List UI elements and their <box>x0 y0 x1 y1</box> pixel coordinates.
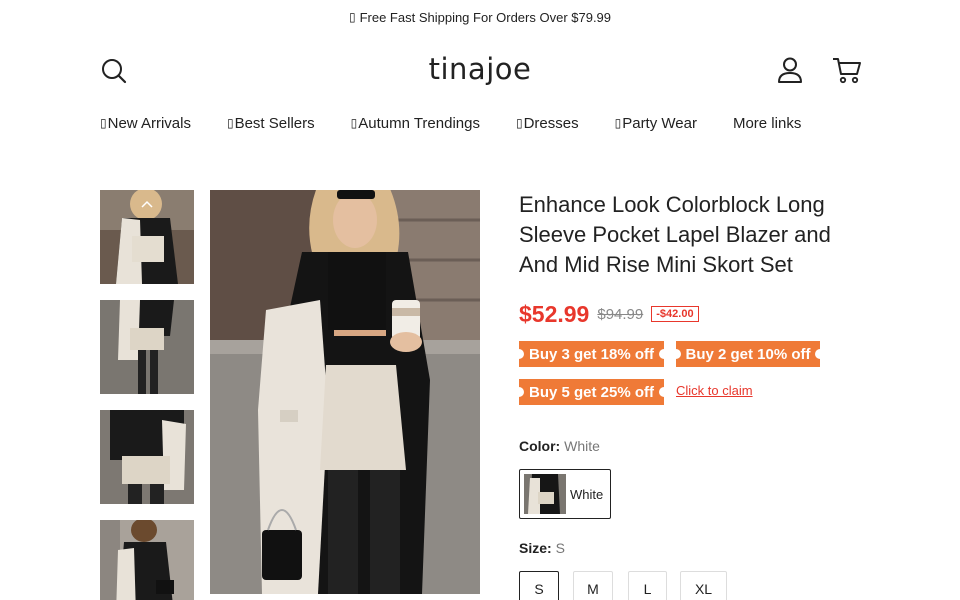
sale-price: $52.99 <box>519 300 590 327</box>
nav-glyph: ▯ <box>515 116 523 130</box>
color-selected-value: White <box>564 438 600 454</box>
size-option-l[interactable]: L <box>628 571 667 600</box>
swatch-thumbnail <box>524 474 566 514</box>
nav-glyph: ▯ <box>226 116 234 130</box>
size-option-xl[interactable]: XL <box>680 571 727 600</box>
size-selected-value: S <box>555 540 565 556</box>
color-option-label: Color: White <box>519 438 600 454</box>
color-swatch-white[interactable]: White <box>519 469 611 519</box>
nav-label: Dresses <box>523 114 579 132</box>
size-option-label: Size: S <box>519 540 565 556</box>
nav-label: New Arrivals <box>107 114 191 132</box>
thumbnail-1[interactable] <box>100 190 194 284</box>
nav-item-party-wear[interactable]: ▯ Party Wear <box>615 112 697 134</box>
cart-icon[interactable] <box>832 56 862 84</box>
nav-glyph: ▯ <box>614 116 622 130</box>
discount-badge: -$42.00 <box>651 306 699 322</box>
user-icon[interactable] <box>776 56 804 84</box>
announcement-text: Free Fast Shipping For Orders Over $79.9… <box>359 9 612 25</box>
size-option-m[interactable]: M <box>573 571 613 600</box>
nav-item-best-sellers[interactable]: ▯ Best Sellers <box>227 112 315 134</box>
nav-glyph: ▯ <box>100 116 107 130</box>
compare-price: $94.99 <box>597 305 644 323</box>
claim-link[interactable]: Click to claim <box>676 383 753 398</box>
nav-label: Best Sellers <box>234 114 315 132</box>
announcement-bar: ▯ Free Fast Shipping For Orders Over $79… <box>0 0 960 34</box>
main-nav: ▯ New Arrivals ▯ Best Sellers ▯ Autumn Tren… <box>100 112 837 134</box>
price-row: $52.99 $94.99 -$42.00 <box>519 299 699 329</box>
promo-tag-buy-3[interactable]: Buy 3 get 18% off <box>514 341 669 367</box>
product-main-image[interactable] <box>210 190 480 594</box>
store-logo[interactable]: tinajoe <box>0 52 960 86</box>
nav-label: Autumn Trendings <box>358 114 480 132</box>
nav-item-more-links[interactable]: More links <box>733 112 801 134</box>
thumbnail-2[interactable] <box>100 300 194 394</box>
color-label: Color: <box>519 438 561 454</box>
announcement-glyph: ▯ <box>348 10 356 24</box>
nav-item-dresses[interactable]: ▯ Dresses <box>516 112 579 134</box>
size-option-s[interactable]: S <box>519 571 559 600</box>
swatch-label: White <box>570 486 604 502</box>
chevron-up-icon[interactable] <box>131 190 163 218</box>
thumbnail-3[interactable] <box>100 410 194 504</box>
nav-label: Party Wear <box>622 114 697 132</box>
product-title: Enhance Look Colorblock Long Sleeve Pock… <box>519 192 831 277</box>
nav-item-new-arrivals[interactable]: ▯ New Arrivals <box>100 112 191 134</box>
size-label: Size: <box>519 540 552 556</box>
promo-tag-buy-5[interactable]: Buy 5 get 25% off <box>514 379 669 405</box>
thumbnail-4[interactable] <box>100 520 194 600</box>
site-header: tinajoe <box>0 44 960 98</box>
thumbnail-gallery <box>100 190 194 600</box>
nav-glyph: ▯ <box>350 116 358 130</box>
nav-item-autumn-trendings[interactable]: ▯ Autumn Trendings <box>351 112 480 134</box>
promo-tag-buy-2[interactable]: Buy 2 get 10% off <box>671 341 825 367</box>
nav-label: More links <box>732 114 802 132</box>
